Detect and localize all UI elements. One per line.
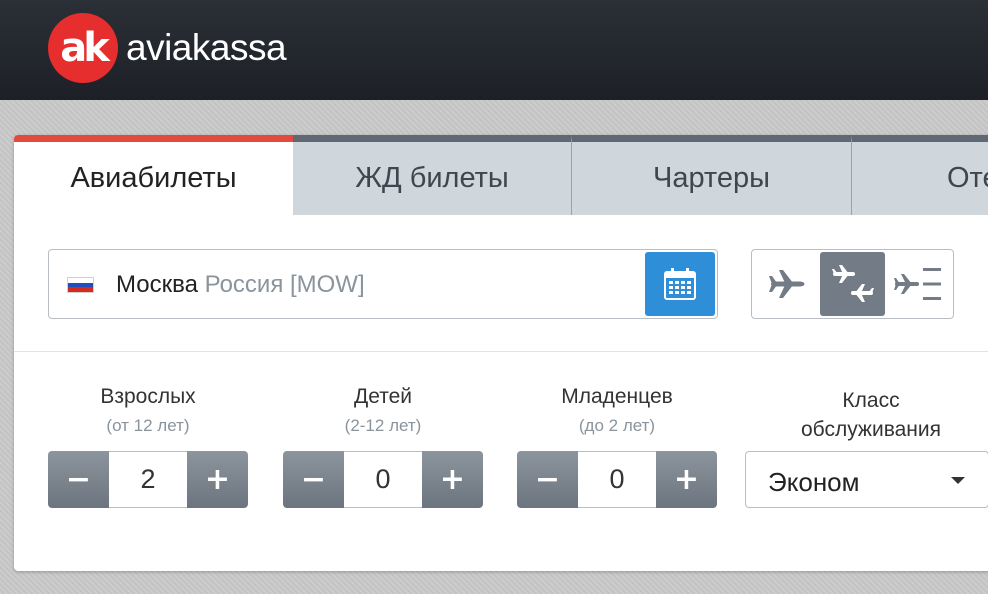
service-class-select[interactable]: Эконом (745, 451, 988, 508)
route-field[interactable]: Москва Россия [MOW] (48, 249, 718, 319)
tab-charters[interactable]: Чартеры (572, 135, 852, 215)
search-card: Авиабилеты ЖД билеты Чартеры Отели Москв… (14, 135, 988, 571)
service-class-label-line2: обслуживания (800, 418, 942, 441)
route-city: Москва (116, 271, 198, 298)
children-label: Детей (354, 385, 412, 408)
logo[interactable]: ak aviakassa (48, 13, 287, 83)
route-text: Москва Россия [MOW] (116, 271, 365, 299)
infants-label: Младенцев (561, 385, 673, 408)
plane-round-trip-icon (831, 265, 874, 302)
tab-bar: Авиабилеты ЖД билеты Чартеры Отели (14, 135, 988, 215)
service-class-label-line1: Класс (842, 389, 900, 412)
children-minus-button[interactable]: − (283, 451, 344, 508)
trip-mode-selector (751, 249, 954, 319)
adults-plus-button[interactable]: + (187, 451, 248, 508)
infants-stepper: − 0 + (517, 451, 717, 508)
children-sublabel: (2-12 лет) (344, 416, 422, 435)
children-plus-button[interactable]: + (422, 451, 483, 508)
divider (14, 351, 988, 352)
infants-count[interactable]: 0 (578, 451, 656, 508)
chevron-down-icon (951, 477, 965, 484)
infants-sublabel: (до 2 лет) (578, 416, 656, 435)
service-class-label: Класс обслуживания (766, 386, 976, 444)
children-stepper: − 0 + (283, 451, 483, 508)
service-class-value: Эконом (768, 467, 860, 497)
calendar-button[interactable] (645, 252, 715, 316)
tab-flights[interactable]: Авиабилеты (14, 135, 293, 215)
adults-count[interactable]: 2 (109, 451, 187, 508)
plane-one-way-icon (768, 270, 804, 298)
children-count[interactable]: 0 (344, 451, 422, 508)
adults-stepper: − 2 + (48, 451, 248, 508)
logo-text: aviakassa (126, 27, 287, 68)
trip-mode-round-trip[interactable] (820, 252, 885, 316)
infants-plus-button[interactable]: + (656, 451, 717, 508)
russia-flag-icon (67, 277, 94, 293)
adults-sublabel: (от 12 лет) (106, 416, 190, 435)
tab-hotels[interactable]: Отели (852, 135, 988, 215)
adults-minus-button[interactable]: − (48, 451, 109, 508)
adults-label: Взрослых (100, 385, 196, 408)
infants-minus-button[interactable]: − (517, 451, 578, 508)
tab-trains[interactable]: ЖД билеты (293, 135, 572, 215)
site-header: ak aviakassa (0, 0, 988, 100)
plane-multi-city-icon (893, 268, 941, 300)
trip-mode-one-way[interactable] (754, 252, 819, 316)
logo-mark: ak (48, 13, 118, 83)
trip-mode-multi-city[interactable] (886, 252, 951, 316)
route-country-code: Россия [MOW] (204, 271, 365, 298)
calendar-icon (664, 268, 696, 300)
